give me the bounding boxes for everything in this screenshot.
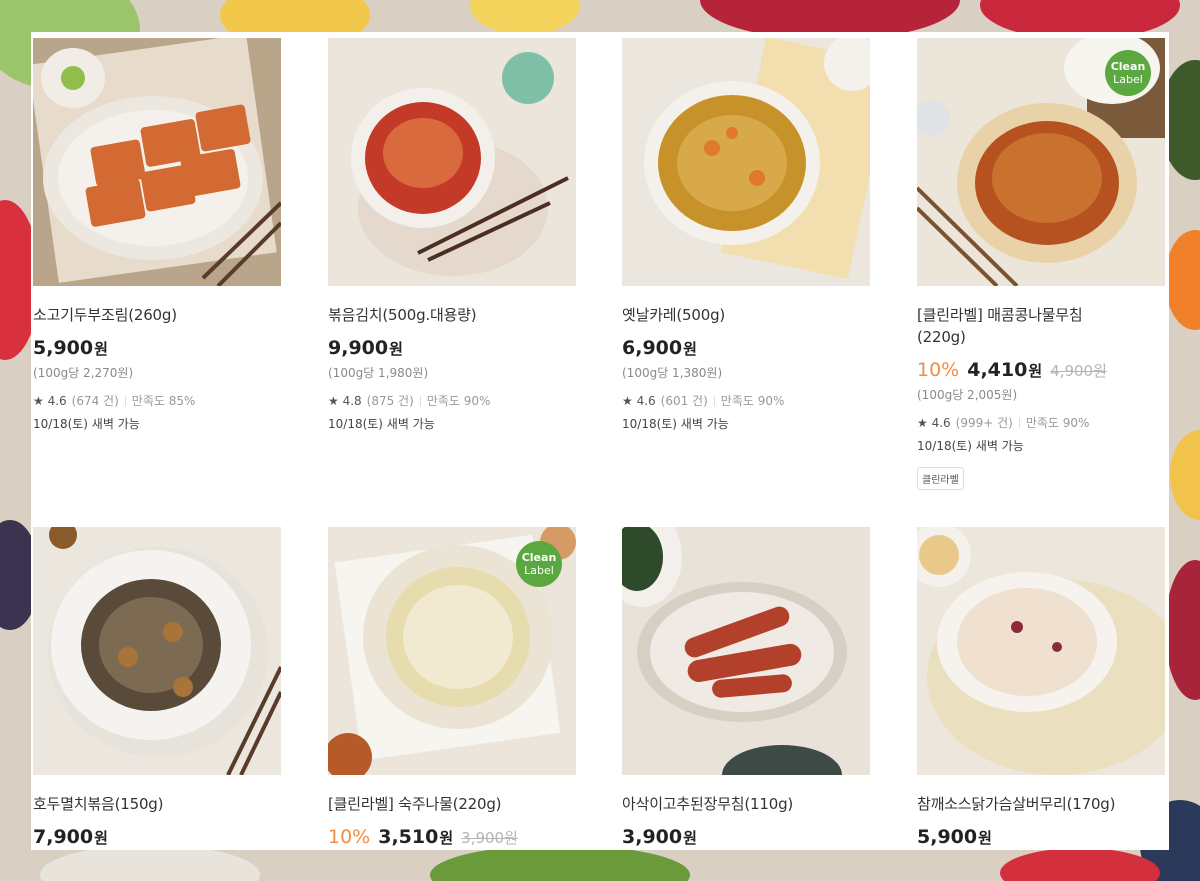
product-grid: 소고기두부조림(260g) 5,900원 (100g당 2,270원) ★ 4.… [31,32,1169,850]
product-image[interactable] [622,38,870,286]
product-image[interactable]: Clean Label [328,527,576,775]
price-row: 9,900원 [328,337,576,359]
product-card[interactable]: 옛날카레(500g) 6,900원 (100g당 1,380원) ★ 4.6 (… [622,38,870,432]
unit-price: (100g당 2,270원) [33,366,134,380]
divider [124,395,126,406]
product-name[interactable]: 아삭이고추된장무침(110g) [622,793,870,815]
price-row: 3,900원 [622,826,870,848]
product-image[interactable]: Clean Label [917,38,1165,286]
product-card[interactable]: 볶음김치(500g.대용량) 9,900원 (100g당 1,980원) ★ 4… [328,38,576,432]
delivery-info: 10/18(토) 새벽 가능 [622,417,729,431]
product-card[interactable]: Clean Label [클린라벨] 매콤콩나물무침 (220g) 10% 4,4… [917,38,1165,490]
product-card[interactable]: 아삭이고추된장무침(110g) 3,900원 [622,527,870,848]
product-name[interactable]: 소고기두부조림(260g) [33,304,281,326]
review-count: (875 건) [366,394,414,408]
rating: ★ 4.8 [328,393,362,408]
review-meta: ★ 4.8 (875 건) 만족도 90% [328,392,576,409]
delivery-info: 10/18(토) 새벽 가능 [328,417,435,431]
delivery-info: 10/18(토) 새벽 가능 [917,439,1024,453]
product-price: 6,900원 [622,337,697,359]
divider [713,395,715,406]
rating: ★ 4.6 [33,393,67,408]
unit-price: (100g당 1,380원) [622,366,723,380]
price-row: 5,900원 [917,826,1165,848]
product-card[interactable]: Clean Label [클린라벨] 숙주나물(220g) 10% 3,510원 … [328,527,576,848]
product-name[interactable]: [클린라벨] 매콤콩나물무침 (220g) [917,304,1097,348]
product-image[interactable] [622,527,870,775]
discount-rate: 10% [328,826,371,848]
original-price: 3,900원 [461,829,518,847]
price-row: 7,900원 [33,826,281,848]
rating: ★ 4.6 [917,415,951,430]
review-meta: ★ 4.6 (674 건) 만족도 85% [33,392,281,409]
product-image[interactable] [33,38,281,286]
product-image[interactable] [33,527,281,775]
review-count: (999+ 건) [955,416,1013,430]
product-image[interactable] [328,38,576,286]
delivery-info: 10/18(토) 새벽 가능 [33,417,140,431]
product-price: 5,900원 [917,826,992,848]
clean-label-badge: Clean Label [1105,50,1151,96]
clean-label-badge: Clean Label [516,541,562,587]
product-card[interactable]: 호두멸치볶음(150g) 7,900원 [33,527,281,848]
product-price: 3,900원 [622,826,697,848]
product-name[interactable]: 옛날카레(500g) [622,304,870,326]
price-row: 6,900원 [622,337,870,359]
product-name[interactable]: 호두멸치볶음(150g) [33,793,281,815]
rating: ★ 4.6 [622,393,656,408]
product-price: 7,900원 [33,826,108,848]
divider [419,395,421,406]
product-name[interactable]: 볶음김치(500g.대용량) [328,304,576,326]
price-row: 10% 3,510원 3,900원 [328,826,576,848]
product-image[interactable] [917,527,1165,775]
price-row: 5,900원 [33,337,281,359]
product-name[interactable]: [클린라벨] 숙주나물(220g) [328,793,576,815]
product-price: 9,900원 [328,337,403,359]
satisfaction: 만족도 90% [1025,416,1090,430]
divider [1018,417,1020,428]
product-price: 3,510원 [378,826,454,848]
original-price: 4,900원 [1050,362,1107,380]
review-meta: ★ 4.6 (601 건) 만족도 90% [622,392,870,409]
price-row: 10% 4,410원 4,900원 [917,359,1165,381]
unit-price: (100g당 2,005원) [917,388,1018,402]
product-tag: 클린라벨 [917,467,964,490]
satisfaction: 만족도 85% [131,394,196,408]
product-price: 4,410원 [967,359,1043,381]
product-card[interactable]: 참깨소스닭가슴살버무리(170g) 5,900원 [917,527,1165,848]
review-meta: ★ 4.6 (999+ 건) 만족도 90% [917,414,1165,431]
product-name[interactable]: 참깨소스닭가슴살버무리(170g) [917,793,1165,815]
product-price: 5,900원 [33,337,108,359]
product-card[interactable]: 소고기두부조림(260g) 5,900원 (100g당 2,270원) ★ 4.… [33,38,281,432]
review-count: (674 건) [71,394,119,408]
unit-price: (100g당 1,980원) [328,366,429,380]
satisfaction: 만족도 90% [426,394,491,408]
discount-rate: 10% [917,359,960,381]
review-count: (601 건) [660,394,708,408]
satisfaction: 만족도 90% [720,394,785,408]
